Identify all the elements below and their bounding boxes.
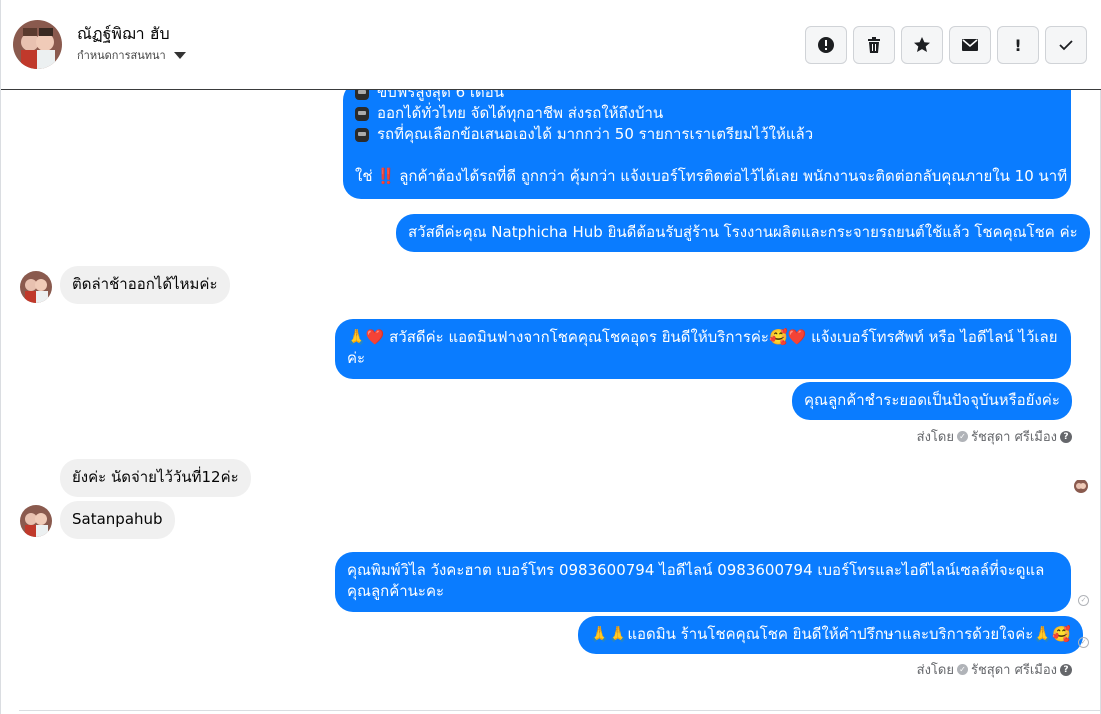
- message-line: ออกได้ทั่วไทย จัดได้ทุกอาชีพ ส่งรถให้ถึง…: [355, 103, 1059, 124]
- message-text: ลูกค้าต้องได้รถที่ดี ถูกกว่า คุ้มกว่า แจ…: [399, 167, 1068, 185]
- contact-avatar: [20, 271, 52, 303]
- trash-icon: [868, 37, 880, 53]
- verified-icon: ✓: [956, 431, 968, 442]
- exclamation-icon: !: [1014, 35, 1022, 55]
- car-icon: [355, 90, 369, 100]
- message-bubble-incoming[interactable]: ยังค่ะ นัดจ่ายไว้วันที่12ค่ะ: [60, 459, 251, 497]
- mark-unread-button[interactable]: [949, 26, 991, 64]
- read-receipt-avatar: [1074, 479, 1088, 493]
- help-icon[interactable]: ?: [1060, 663, 1072, 676]
- messenger-window: ณัฏฐ์พิฌา ฮับ กำหนดการสนทนา ! ขับฟรีสูงส…: [0, 0, 1101, 714]
- star-button[interactable]: [901, 26, 943, 64]
- message-text: ขับฟรีสูงสุด 6 เดือน: [377, 90, 505, 101]
- message-bubble-outgoing[interactable]: คุณพิมพ์วิไล วังคะฮาต เบอร์โทร 098360079…: [335, 552, 1071, 612]
- contact-avatar: [20, 505, 52, 537]
- message-bubble-incoming[interactable]: Satanpahub: [60, 501, 175, 539]
- message-text: ใช่: [355, 167, 373, 185]
- delivered-check-icon: ✓: [1078, 637, 1089, 648]
- caret-down-icon: [173, 51, 186, 59]
- message-line: ขับฟรีสูงสุด 6 เดือน: [355, 90, 1059, 103]
- message-text: รถที่คุณเลือกข้อเสนอเองได้ มากกว่า 50 รา…: [377, 125, 814, 143]
- envelope-icon: [962, 39, 978, 51]
- double-exclamation-icon: ‼️: [376, 167, 396, 185]
- avatar[interactable]: [13, 20, 62, 69]
- sent-by-label: ส่งโดย ✓ รัชสุดา ศรีเมือง ?: [917, 659, 1072, 680]
- conversation-status-dropdown[interactable]: กำหนดการสนทนา: [77, 46, 186, 64]
- agent-name[interactable]: รัชสุดา ศรีเมือง: [971, 426, 1057, 447]
- verified-icon: ✓: [956, 664, 968, 675]
- message-bubble-incoming[interactable]: ติดล่าช้าออกได้ไหมค่ะ: [60, 266, 230, 304]
- sent-by-prefix: ส่งโดย: [916, 663, 954, 678]
- message-bubble-outgoing[interactable]: ขับฟรีสูงสุด 6 เดือน ออกได้ทั่วไทย จัดได…: [343, 90, 1071, 199]
- conversation-status-label: กำหนดการสนทนา: [77, 49, 166, 62]
- message-bubble-outgoing[interactable]: 🙏🙏แอดมิน ร้านโชคคุณโชค ยินดีให้คำปรึกษาแ…: [578, 616, 1083, 654]
- message-line: ใช่ ‼️ ลูกค้าต้องได้รถที่ดี ถูกกว่า คุ้มก…: [355, 166, 1067, 187]
- composer-divider: [19, 710, 1101, 714]
- sent-by-label: ส่งโดย ✓ รัชสุดา ศรีเมือง ?: [917, 426, 1072, 447]
- mark-done-button[interactable]: [1045, 26, 1087, 64]
- message-bubble-outgoing[interactable]: คุณลูกค้าชำระยอดเป็นปัจจุบันหรือยังค่ะ: [792, 382, 1072, 420]
- conversation-header: ณัฏฐ์พิฌา ฮับ กำหนดการสนทนา !: [1, 0, 1101, 90]
- header-toolbar: !: [805, 26, 1087, 64]
- help-icon[interactable]: ?: [1060, 430, 1072, 443]
- alert-button[interactable]: [805, 26, 847, 64]
- delete-button[interactable]: [853, 26, 895, 64]
- sent-by-prefix: ส่งโดย: [916, 430, 954, 445]
- alert-circle-icon: [818, 37, 834, 53]
- delivered-check-icon: ✓: [1078, 595, 1089, 606]
- message-thread[interactable]: ขับฟรีสูงสุด 6 เดือน ออกได้ทั่วไทย จัดได…: [1, 90, 1101, 710]
- message-text: ออกได้ทั่วไทย จัดได้ทุกอาชีพ ส่งรถให้ถึง…: [377, 104, 664, 122]
- contact-name: ณัฏฐ์พิฌา ฮับ: [77, 24, 170, 43]
- spam-button[interactable]: !: [997, 26, 1039, 64]
- car-icon: [355, 106, 369, 121]
- star-icon: [914, 37, 930, 52]
- message-bubble-outgoing[interactable]: สวัสดีค่ะคุณ Natphicha Hub ยินดีต้อนรับส…: [396, 214, 1090, 252]
- car-icon: [355, 127, 369, 142]
- message-line: รถที่คุณเลือกข้อเสนอเองได้ มากกว่า 50 รา…: [355, 124, 1059, 145]
- message-bubble-outgoing[interactable]: 🙏❤️ สวัสดีค่ะ แอดมินฟางจากโชคคุณโชคอุดร …: [335, 319, 1071, 379]
- checkmark-icon: [1059, 40, 1073, 51]
- agent-name[interactable]: รัชสุดา ศรีเมือง: [971, 659, 1057, 680]
